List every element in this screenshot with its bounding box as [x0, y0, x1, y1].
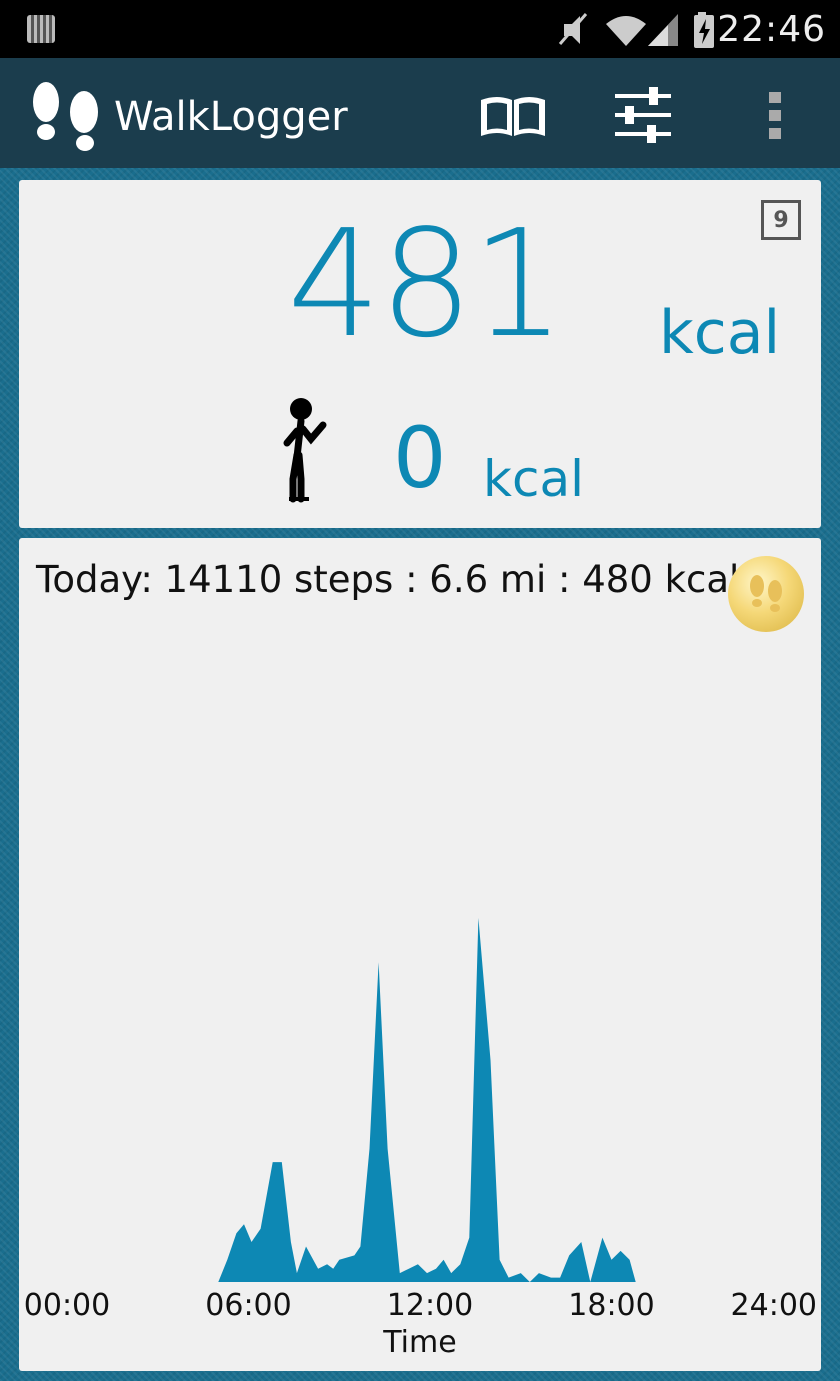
sliders-icon [615, 87, 671, 143]
x-tick-label: 00:00 [23, 1288, 111, 1323]
wifi-icon [606, 16, 646, 46]
settings-button[interactable] [608, 84, 678, 146]
status-bar: 22:46 [0, 0, 840, 58]
current-calories-unit: kcal [483, 450, 584, 508]
x-tick-label: 18:00 [568, 1288, 655, 1323]
status-clock: 22:46 [717, 9, 826, 50]
book-icon [481, 97, 545, 136]
day-badge[interactable]: 9 [761, 200, 801, 240]
x-tick-label: 06:00 [205, 1288, 292, 1323]
steps-area-chart [218, 917, 781, 1282]
app-title: WalkLogger [114, 94, 348, 140]
overflow-menu-button[interactable] [740, 84, 810, 146]
app-bar: WalkLogger [0, 58, 840, 168]
x-axis-title: Time [383, 1325, 457, 1360]
mute-icon [558, 13, 588, 45]
total-calories-unit: kcal [659, 298, 781, 368]
x-tick-label: 24:00 [730, 1288, 817, 1323]
total-calories-value: 481 [287, 198, 565, 370]
signal-icon [648, 14, 678, 46]
footprints-logo-icon [33, 82, 98, 151]
walking-person-icon [283, 398, 327, 503]
notification-icon [27, 15, 55, 43]
x-tick-label: 12:00 [386, 1288, 474, 1323]
steps-area-series [218, 917, 781, 1282]
calories-panel: 481 kcal 9 0 kcal [19, 180, 821, 528]
system-icons [558, 12, 714, 48]
daily-chart-panel: Today: 14110 steps : 6.6 mi : 480 kcal 0… [19, 538, 821, 1371]
current-calories-value: 0 [393, 409, 447, 507]
battery-charging-icon [694, 12, 714, 48]
guide-button[interactable] [478, 84, 548, 146]
overflow-menu-icon [769, 92, 781, 139]
